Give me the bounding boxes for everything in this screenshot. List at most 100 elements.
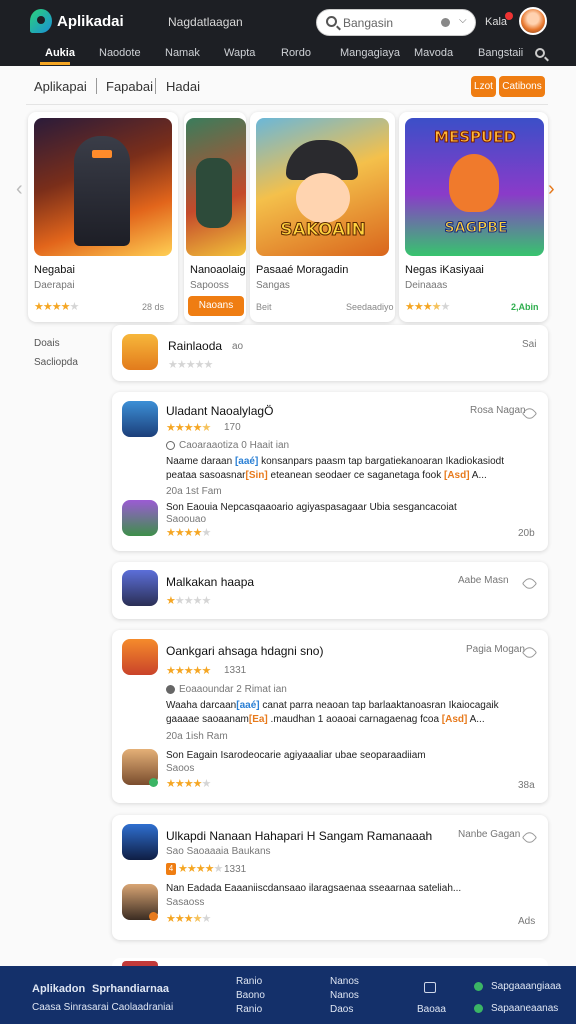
search-input[interactable]: Bangasin [343, 16, 393, 30]
featured-developer: Sapooss [190, 280, 229, 291]
info-icon [166, 685, 175, 694]
game-art-image [34, 118, 172, 256]
app-logo-icon[interactable] [30, 9, 52, 33]
game-art-image: MESPUED SAGPBE [405, 118, 544, 256]
featured-card[interactable]: MESPUED SAGPBE Negas iKasiyaai Deinaaas … [399, 112, 548, 322]
app-date: 20a 1st Fam [166, 486, 222, 497]
inbox-icon[interactable] [424, 982, 436, 993]
search-box[interactable]: Bangasin ⌵ [316, 9, 476, 36]
sub-app-text[interactable]: Son Eagain Isarodeocarie agiyaaaliar uba… [166, 750, 426, 761]
sidebar-item-1[interactable]: Doais [34, 338, 60, 349]
footer-link[interactable]: Daos [330, 1004, 353, 1015]
footer-link[interactable]: Ranio [236, 1004, 262, 1015]
voice-icon[interactable] [441, 18, 450, 27]
footer-text: Caasa Sinrasarai Caolaadraniai [32, 1002, 174, 1013]
footer-link[interactable]: Nanos [330, 976, 359, 987]
app-date: 20a 1ish Ram [166, 731, 228, 742]
carousel-next-icon[interactable]: › [548, 178, 555, 201]
app-icon [122, 334, 158, 370]
rating-badge: 4 [166, 863, 176, 875]
star-rating: ★★★★★ [168, 359, 213, 371]
app-icon [122, 570, 158, 606]
featured-name: Pasaaé Moragadin [256, 264, 349, 276]
sub-app-developer: Sasaoss [166, 897, 205, 908]
featured-name: Negabai [34, 264, 75, 276]
search-icon [326, 16, 337, 27]
info-icon [166, 441, 175, 450]
favorite-icon[interactable] [521, 829, 538, 846]
star-rating: ★★★★★ [178, 863, 223, 875]
star-rating: ★★★★★ [166, 913, 211, 925]
nav-item-7[interactable]: Mavoda [414, 47, 453, 59]
nav-item-4[interactable]: Wapta [224, 47, 255, 59]
star-rating: ★★★★★ [166, 665, 211, 677]
install-button[interactable]: Naoans [188, 296, 244, 316]
footer-link[interactable]: Baoaa [417, 1004, 446, 1015]
chevron-down-icon[interactable]: ⌵ [459, 15, 467, 26]
app-right-meta: Pagia Mogan [466, 644, 525, 655]
app-list-item[interactable]: Ulkapdi Nanaan Hahapari H Sangam Ramanaa… [112, 815, 548, 940]
app-title[interactable]: Rainlaoda [168, 339, 222, 353]
app-title[interactable]: Malkakan haapa [166, 575, 254, 589]
featured-size: Seedaadiyo [346, 302, 394, 312]
featured-card[interactable]: Negabai Daerapai ★★★★★ 28 ds [28, 112, 178, 322]
nav-item-5[interactable]: Rordo [281, 47, 311, 59]
sidebar-item-2[interactable]: Sacliopda [34, 357, 78, 368]
featured-card[interactable]: SAKOAIN Pasaaé Moragadin Sangas Beit See… [250, 112, 395, 322]
featured-size: 2,Abin [511, 302, 539, 312]
nav-search-icon[interactable] [535, 48, 545, 58]
app-title[interactable]: Oankgari ahsaga hdagni sno) [166, 644, 323, 658]
featured-name: Negas iKasiyaai [405, 264, 484, 276]
app-icon [122, 401, 158, 437]
app-meta: Caoaraaotiza 0 Haait ian [179, 440, 290, 451]
notification-badge [505, 12, 513, 20]
filter-button[interactable]: Lzot [471, 76, 496, 97]
footer-link[interactable]: Sapaaneaanas [491, 1003, 558, 1014]
app-icon [122, 639, 158, 675]
app-meta: ao [232, 341, 244, 352]
tab-apps[interactable]: Aplikapai [34, 79, 87, 94]
footer-link[interactable]: Ranio [236, 976, 262, 987]
user-name[interactable]: Kala [485, 16, 507, 28]
status-icon [149, 912, 158, 921]
tab-games[interactable]: Fapabai [106, 79, 153, 94]
footer-link[interactable]: Baono [236, 990, 265, 1001]
app-list-item[interactable]: Oankgari ahsaga hdagni sno) Pagia Mogan … [112, 630, 548, 803]
app-list-item[interactable]: Malkakan haapa Aabe Masn ★★★★★ [112, 562, 548, 619]
categories-button[interactable]: Catibons [499, 76, 545, 97]
status-dot-icon [474, 982, 483, 991]
sub-app-text[interactable]: Son Eaouia Nepcasqaaoario agiyaspasagaar… [166, 502, 457, 513]
sub-app-text[interactable]: Nan Eadada Eaaaniiscdansaao ilaragsaenaa… [166, 883, 461, 894]
app-title[interactable]: Uladant NaoalylagÖ [166, 404, 273, 418]
app-icon [122, 824, 158, 860]
nav-item-2[interactable]: Naodote [99, 47, 141, 59]
app-list-item[interactable]: Rainlaoda ao ★★★★★ Sai [112, 325, 548, 381]
nav-item-6[interactable]: Mangagiaya [340, 47, 400, 59]
star-rating: ★★★★★ [166, 778, 211, 790]
sub-app-icon [122, 500, 158, 536]
nav-item-home[interactable]: Aukia [45, 47, 75, 59]
nav-item-3[interactable]: Namak [165, 47, 200, 59]
favorite-icon[interactable] [521, 575, 538, 592]
app-right-meta: Nanbe Gagan [458, 829, 521, 840]
star-rating: ★★★★★ [166, 527, 211, 539]
app-description: peataa sasoasnar[Sin] eteanean seodaer c… [166, 470, 487, 481]
app-meta: Sao Saoaaaia Baukans [166, 846, 271, 857]
app-title[interactable]: Ulkapdi Nanaan Hahapari H Sangam Ramanaa… [166, 829, 432, 843]
footer-link[interactable]: Nanos [330, 990, 359, 1001]
footer-title: Aplikadon [32, 983, 86, 995]
app-list-item[interactable]: Uladant NaoalylagÖ Rosa Nagan ★★★★★ 170 … [112, 392, 548, 551]
brand-name[interactable]: Aplikadai [57, 13, 124, 30]
featured-developer: Daerapai [34, 280, 75, 291]
tab-other[interactable]: Hadai [166, 79, 200, 94]
carousel-prev-icon[interactable]: ‹ [16, 178, 23, 201]
sub-app-developer: Saoouao [166, 514, 207, 525]
nav-item-8[interactable]: Bangstaii [478, 47, 523, 59]
star-rating: ★★★★★ [166, 595, 211, 607]
featured-card[interactable]: Nanoaolaig Sapooss Naoans [184, 112, 246, 322]
avatar[interactable] [519, 7, 547, 35]
sub-app-size: 20b [518, 528, 535, 539]
tab-divider [96, 78, 97, 94]
app-right-meta: Rosa Nagan [470, 405, 526, 416]
footer-link[interactable]: Sapgaaangiaaa [491, 981, 561, 992]
